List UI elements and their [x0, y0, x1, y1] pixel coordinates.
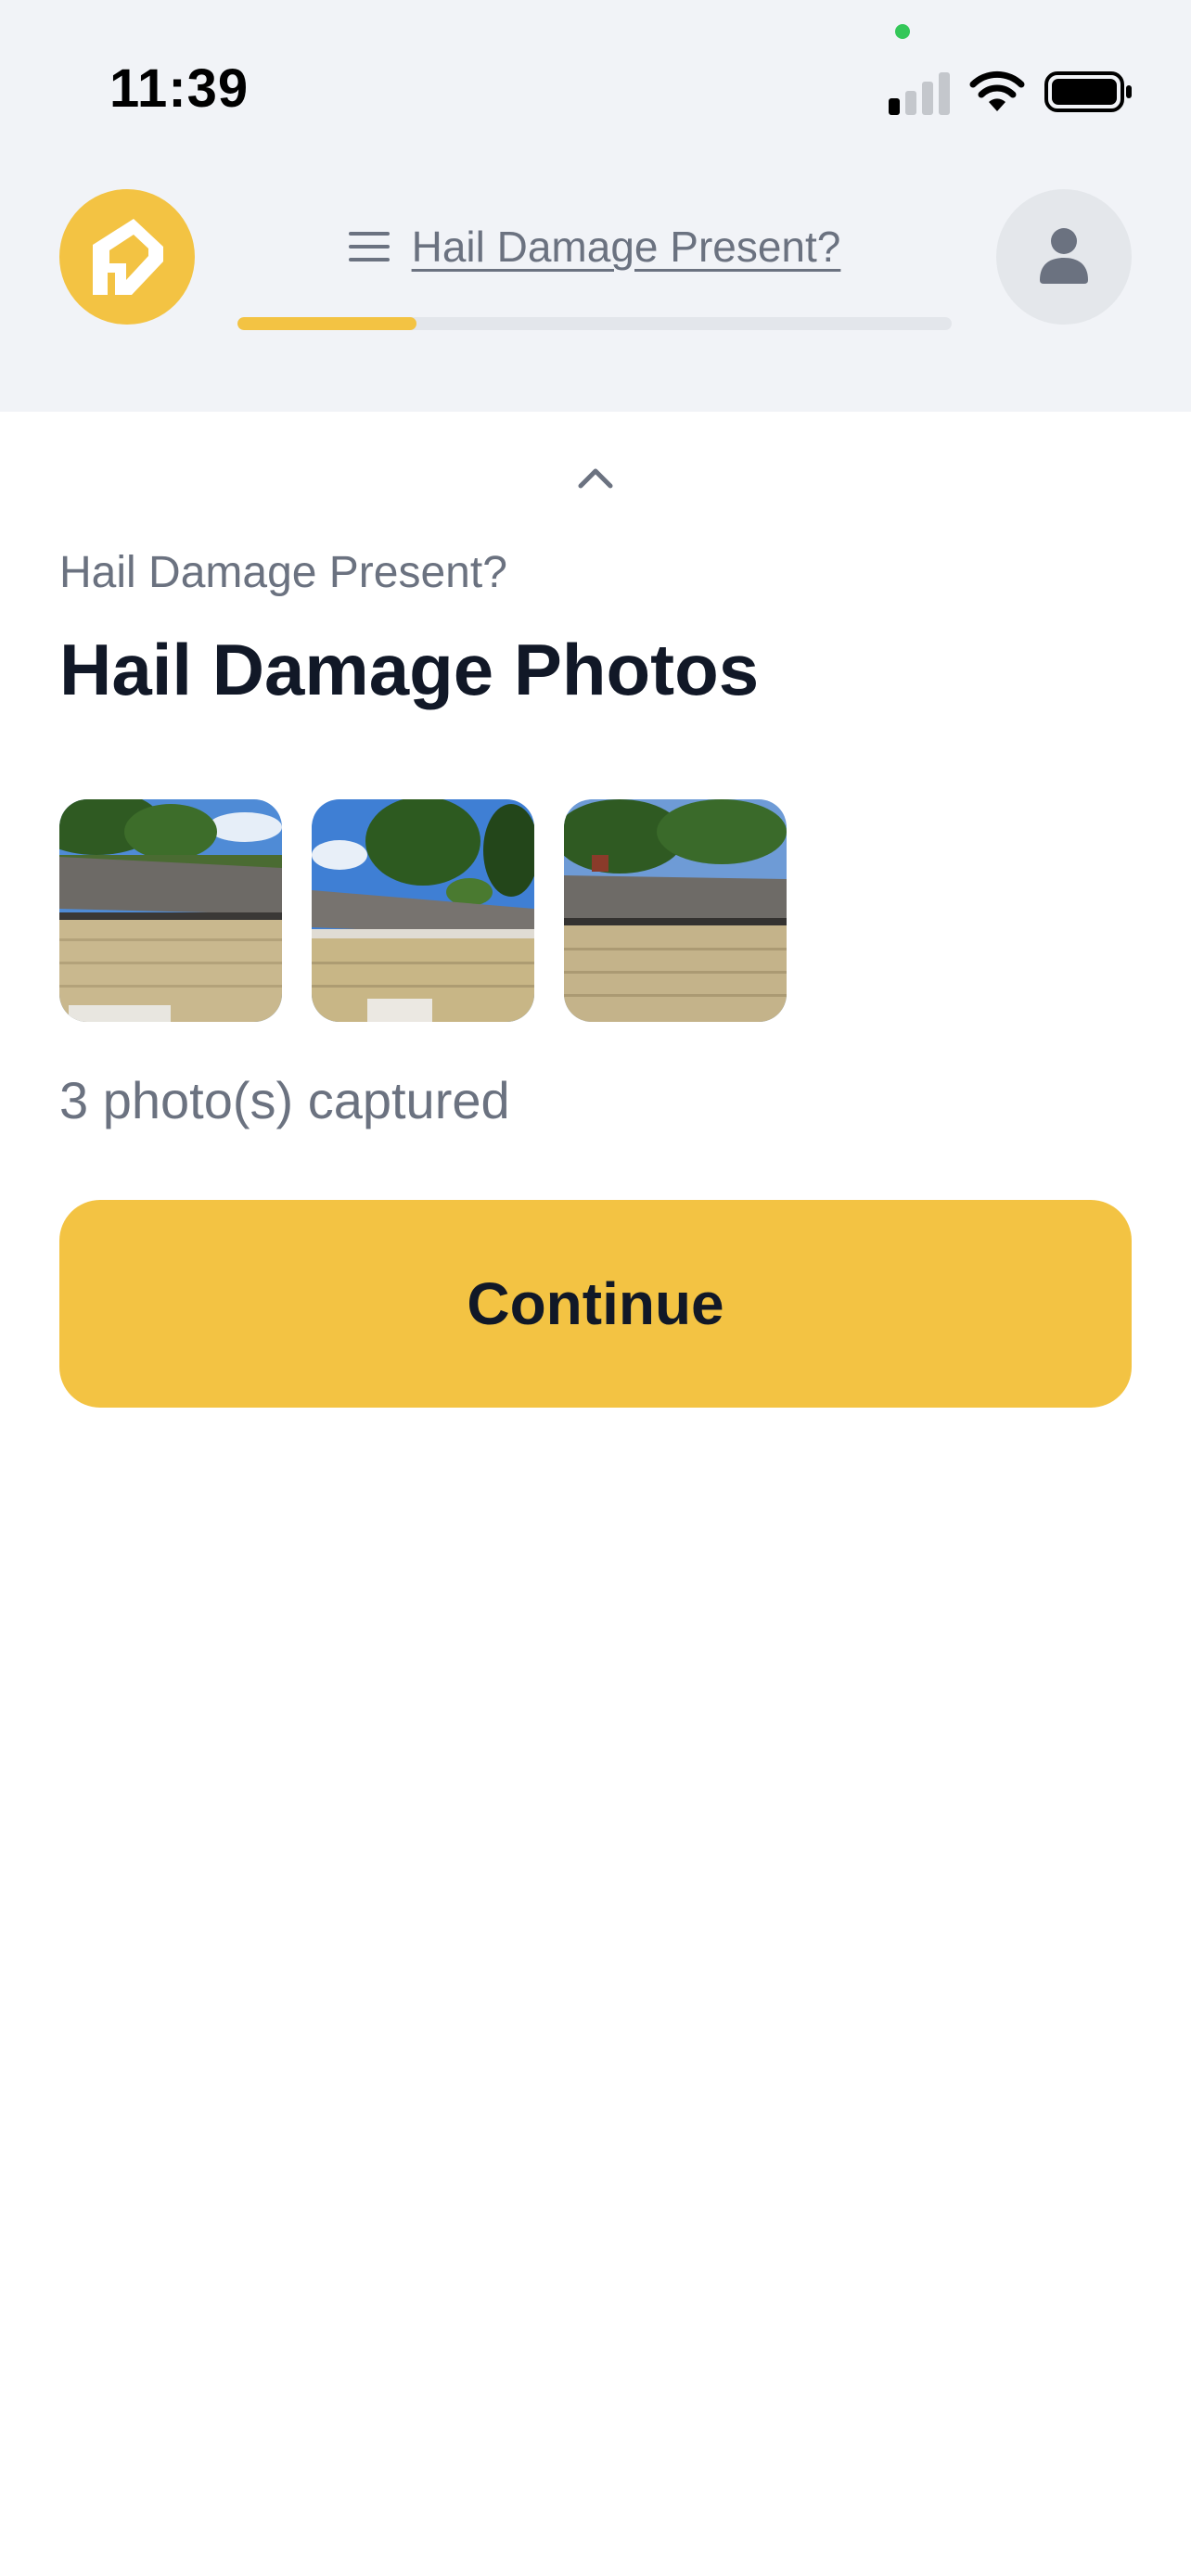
cellular-signal-icon: [889, 69, 952, 115]
user-icon: [1040, 228, 1088, 284]
photo-thumbnail[interactable]: [312, 799, 534, 1022]
house-logo-icon[interactable]: [59, 189, 195, 325]
battery-icon: [1044, 70, 1133, 113]
step-label: Hail Damage Present?: [59, 548, 507, 597]
status-time: 11:39: [109, 58, 250, 119]
progress-bar: [237, 317, 952, 330]
privacy-indicator-dot: [895, 24, 910, 39]
chevron-up-icon[interactable]: [575, 464, 616, 491]
continue-button[interactable]: Continue: [59, 1200, 1132, 1408]
section-menu-trigger[interactable]: Hail Damage Present?: [237, 211, 952, 282]
wifi-icon: [968, 69, 1026, 113]
photo-thumbnail[interactable]: [564, 799, 787, 1022]
section-title-link[interactable]: Hail Damage Present?: [412, 222, 841, 272]
photo-thumbnails: [59, 799, 787, 1022]
photo-count-text: 3 photo(s) captured: [59, 1071, 510, 1129]
progress-bar-fill: [237, 317, 416, 330]
menu-icon[interactable]: [348, 232, 390, 261]
header-area: 11:39 Hail Damage Present?: [0, 0, 1191, 412]
page-title: Hail Damage Photos: [59, 629, 760, 710]
profile-avatar-button[interactable]: [996, 189, 1132, 325]
photo-thumbnail[interactable]: [59, 799, 282, 1022]
